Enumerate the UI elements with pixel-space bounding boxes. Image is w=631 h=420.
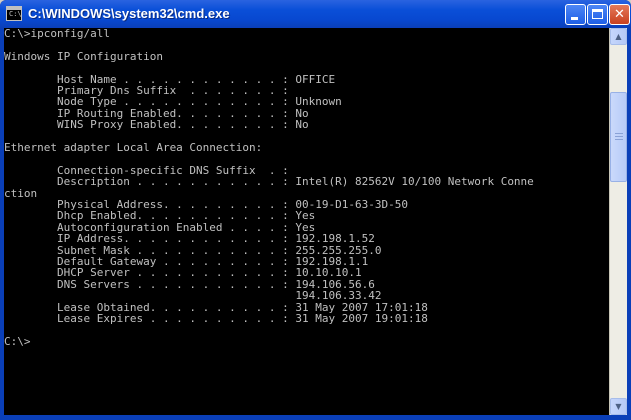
window-frame-bottom [0, 415, 631, 420]
scroll-up-button[interactable]: ▲ [610, 28, 627, 45]
maximize-button[interactable] [587, 4, 608, 25]
minimize-icon [571, 17, 578, 20]
scroll-down-icon: ▼ [615, 402, 622, 411]
console-line: WINS Proxy Enabled. . . . . . . . : No [4, 118, 309, 132]
scroll-thumb-grip [615, 139, 623, 140]
close-icon: ✕ [614, 7, 625, 22]
title-bar[interactable]: C:\ C:\WINDOWS\system32\cmd.exe ✕ [0, 0, 631, 28]
console-line: Description . . . . . . . . . . . : Inte… [4, 175, 534, 189]
scroll-down-button[interactable]: ▼ [610, 398, 627, 415]
cmd-app-icon[interactable]: C:\ [6, 6, 22, 21]
console-line: Ethernet adapter Local Area Connection: [4, 141, 263, 154]
cmd-window: C:\ C:\WINDOWS\system32\cmd.exe ✕ C:\>ip… [0, 0, 631, 420]
vertical-scrollbar[interactable]: ▲ ▼ [609, 28, 627, 415]
close-button[interactable]: ✕ [609, 4, 630, 25]
console-line: Windows IP Configuration [4, 49, 163, 63]
scroll-up-icon: ▲ [615, 32, 622, 41]
console-line: Lease Expires . . . . . . . . . . : 31 M… [4, 312, 428, 325]
window-frame-right [627, 28, 631, 420]
cmd-app-icon-text: C:\ [9, 10, 22, 18]
console-line: 194.106.33.42 [4, 289, 382, 303]
console-line: C:\> [4, 334, 31, 348]
scroll-thumb-grip [615, 136, 623, 137]
scroll-thumb[interactable] [610, 92, 627, 182]
console-output[interactable]: C:\>ipconfig/all Windows IP Configuration… [4, 28, 609, 415]
scroll-thumb-grip [615, 133, 623, 134]
console-line: IP Address. . . . . . . . . . . . : 192.… [4, 232, 375, 246]
maximize-icon [592, 9, 603, 19]
window-title: C:\WINDOWS\system32\cmd.exe [28, 6, 230, 21]
minimize-button[interactable] [565, 4, 586, 25]
console-line: C:\>ipconfig/all [4, 28, 110, 40]
